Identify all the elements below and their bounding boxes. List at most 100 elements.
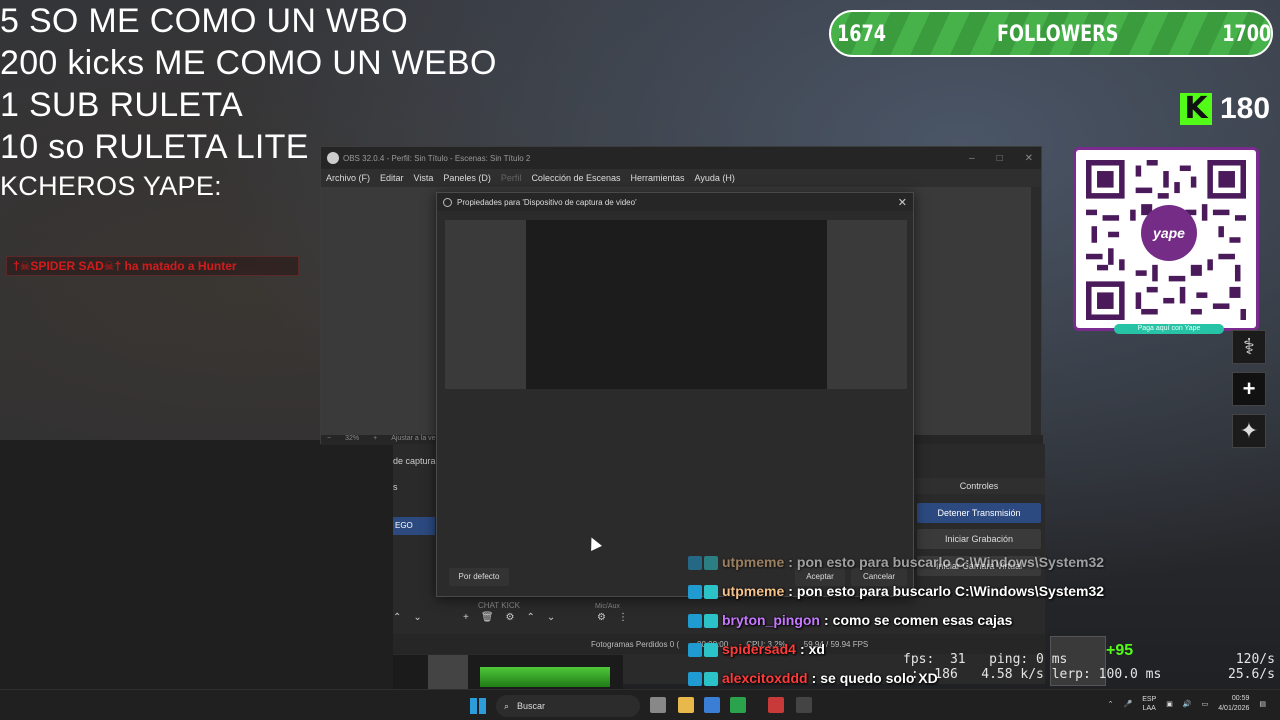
more-options-icon[interactable]: ⋮ (618, 612, 628, 628)
menu-perfil[interactable]: Perfil (501, 173, 522, 183)
chat-username: utpmeme (722, 583, 785, 599)
stop-streaming-button[interactable]: Detener Transmisión (917, 503, 1041, 523)
scenes-dock-header: s (393, 482, 398, 492)
close-icon[interactable]: ✕ (898, 196, 907, 209)
zoom-in-icon[interactable]: + (373, 435, 377, 445)
volume-icon[interactable]: 🔊 (1183, 700, 1192, 708)
search-label: Buscar (517, 701, 546, 711)
chat-username: utpmeme (722, 554, 785, 570)
taskbar-clock[interactable]: 00:59 4/01/2026 (1218, 694, 1249, 714)
badge-icon (688, 671, 702, 686)
dialog-title: Propiedades para 'Dispositivo de captura… (457, 197, 637, 207)
chat-badges (688, 555, 718, 570)
scene-list-item[interactable]: EGO (393, 517, 435, 535)
menu-herramientas[interactable]: Herramientas (631, 173, 685, 183)
menu-coleccion-escenas[interactable]: Colección de Escenas (531, 173, 620, 183)
defaults-button[interactable]: Por defecto (449, 568, 509, 586)
yape-qr-card: yape Paga aquí con Yape (1073, 147, 1259, 334)
yape-caption: Paga aquí con Yape (1114, 324, 1224, 334)
chevron-up-icon[interactable]: ⌃ (1108, 700, 1114, 708)
audio-level-bar (480, 667, 610, 687)
app-icon[interactable] (730, 697, 746, 713)
webcam-thumbnail (428, 655, 468, 689)
chat-separator: : (824, 612, 829, 628)
obs-logo-icon (327, 152, 339, 164)
add-source-icon[interactable]: + (463, 612, 469, 628)
menu-ayuda[interactable]: Ayuda (H) (695, 173, 735, 183)
sources-dock-label: de captura (393, 456, 436, 466)
webcam-strip (393, 655, 623, 689)
obs-menubar: Archivo (F) Editar Vista Paneles (D) Per… (321, 169, 1041, 187)
zoom-out-icon[interactable]: − (327, 435, 331, 445)
syringe-icon: ⚕ (1232, 330, 1266, 364)
task-view-icon[interactable] (650, 697, 666, 713)
network-icon[interactable]: ▣ (1166, 700, 1173, 708)
kill-feed: †☠SPIDER SAD☠† ha matado a Hunter (6, 256, 299, 276)
windows-start-icon[interactable] (470, 698, 486, 714)
notification-icon[interactable]: ▤ (1259, 700, 1266, 708)
yape-badge: yape (1141, 205, 1197, 261)
lang-layout: LAA (1142, 705, 1156, 712)
menu-paneles[interactable]: Paneles (D) (443, 173, 491, 183)
bottle-icon: ✦ (1232, 414, 1266, 448)
microphone-icon[interactable]: 🎤 (1124, 700, 1133, 708)
video-capture-preview (526, 220, 827, 389)
start-recording-button[interactable]: Iniciar Grabación (917, 529, 1041, 549)
chat-separator: : (788, 583, 793, 599)
window-controls: – □ ✕ (969, 153, 1041, 164)
close-icon[interactable]: ✕ (1025, 153, 1033, 164)
net-stats: fps: 31 ping: 0 ms : 186 4.58 k/s lerp: … (903, 652, 1161, 682)
chat-badges (688, 671, 718, 686)
app-icon[interactable] (768, 697, 784, 713)
maximize-icon[interactable]: □ (997, 153, 1003, 164)
badge-icon (688, 555, 702, 570)
chevron-down-icon[interactable]: ⌄ (547, 612, 555, 628)
chat-separator: : (799, 641, 805, 657)
chat-username: spidersad4 (722, 641, 796, 657)
rate-top: 120/s (1235, 652, 1275, 667)
chevron-up-icon[interactable]: ⌃ (527, 612, 535, 628)
minimize-icon[interactable]: – (969, 153, 975, 164)
controls-title: Controles (959, 481, 999, 491)
chevron-down-icon[interactable]: ⌄ (413, 612, 421, 628)
medkit-plus-icon: + (1232, 372, 1266, 406)
input-language[interactable]: ESP LAA (1142, 695, 1156, 713)
mixer-toolbar: ⚙ ⋮ (597, 612, 628, 628)
badge-icon (688, 613, 702, 628)
gear-icon[interactable]: ⚙ (506, 612, 515, 628)
badge-icon (704, 555, 718, 570)
rate-bottom: 25.6/s (1228, 667, 1275, 682)
link-icon[interactable]: ⚙ (597, 612, 606, 628)
scenes-toolbar: ⌃ ⌄ (393, 612, 422, 628)
chat-message: utpmeme: pon esto para buscarlo C:\Window… (688, 548, 1148, 577)
badge-icon (704, 642, 718, 657)
followers-current: 1674 (837, 22, 886, 47)
battery-icon[interactable]: ▭ (1202, 700, 1209, 708)
badge-icon (688, 584, 702, 599)
badge-icon (704, 613, 718, 628)
menu-vista[interactable]: Vista (414, 173, 434, 183)
taskbar-search[interactable]: ⌕ Buscar (496, 695, 640, 717)
menu-editar[interactable]: Editar (380, 173, 404, 183)
app-icon[interactable] (704, 697, 720, 713)
chat-text: pon esto para buscarlo C:\Windows\System… (796, 554, 1105, 570)
chevron-up-icon[interactable]: ⌃ (393, 612, 401, 628)
net-rate: 120/s 25.6/s (1228, 652, 1275, 682)
file-explorer-icon[interactable] (678, 697, 694, 713)
chat-text: xd (808, 641, 825, 657)
obs-titlebar: OBS 32.0.4 - Perfil: Sin Título - Escena… (321, 147, 1041, 169)
obs-window-title: OBS 32.0.4 - Perfil: Sin Título - Escena… (343, 153, 531, 163)
kick-counter: K 180 (1180, 92, 1270, 126)
badge-icon (704, 671, 718, 686)
menu-archivo[interactable]: Archivo (F) (326, 173, 370, 183)
trash-icon[interactable]: 🗑 (481, 612, 494, 628)
windows-taskbar: ⌕ Buscar ⌃ 🎤 ESP LAA ▣ 🔊 ▭ 00:59 4/01/20… (0, 689, 1280, 720)
system-tray: ⌃ 🎤 ESP LAA ▣ 🔊 ▭ 00:59 4/01/2026 ▤ (1108, 694, 1266, 714)
goal-line: 5 SO ME COMO UN WBO (0, 2, 409, 40)
fps-ping-line: fps: 31 ping: 0 ms (903, 652, 1068, 667)
obs-taskbar-icon[interactable] (796, 697, 812, 713)
chat-username: bryton_pingon (722, 612, 820, 628)
search-icon: ⌕ (504, 700, 510, 711)
chat-kick-source[interactable]: CHAT KICK (478, 601, 520, 610)
chat-text: pon esto para buscarlo C:\Windows\System… (796, 583, 1105, 599)
